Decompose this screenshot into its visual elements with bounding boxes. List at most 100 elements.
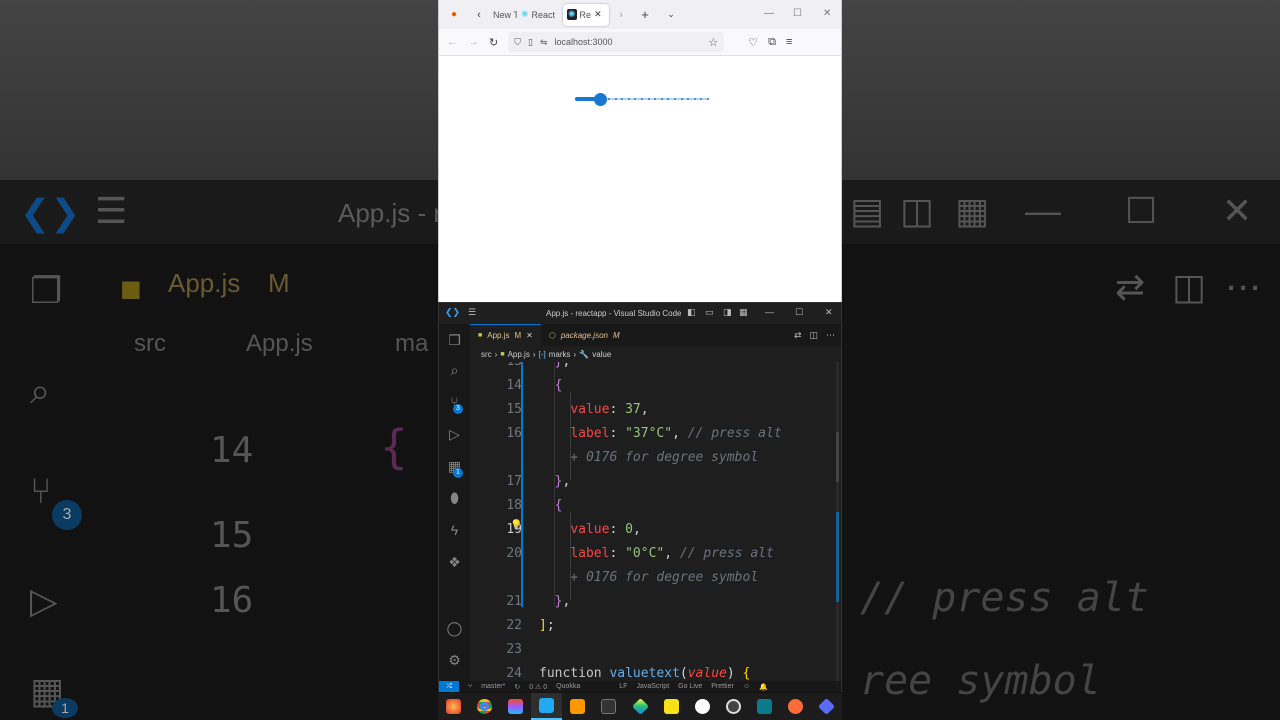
settings-gear-icon[interactable]: ⚙ (446, 652, 463, 669)
explorer-icon[interactable]: ❐ (446, 332, 463, 349)
prettier-status[interactable]: Prettier (711, 683, 734, 690)
maximize-icon[interactable]: ☐ (795, 307, 803, 318)
mongodb-icon[interactable]: ⬮ (446, 490, 463, 507)
taskbar-app[interactable] (624, 693, 655, 720)
account-icon[interactable]: ◯ (446, 620, 463, 637)
go-live-button[interactable]: Go Live (678, 683, 702, 690)
toggle-secondary-sidebar-icon[interactable]: ◨ (723, 307, 732, 318)
tab-package-json[interactable]: ⬡ package.json M (541, 324, 628, 346)
code-line[interactable]: label: "0°C", // press alt (539, 546, 774, 561)
code-line[interactable]: + 0176 for degree symbol (539, 450, 758, 465)
customize-layout-icon[interactable]: ▦ (739, 307, 748, 318)
close-icon[interactable]: ✕ (823, 8, 831, 19)
taskbar-sublime[interactable] (562, 693, 593, 720)
problems-count[interactable]: 0 ⚠ 0 (529, 683, 547, 691)
minimize-icon[interactable]: — (764, 8, 774, 19)
bookmark-star-icon[interactable]: ☆ (708, 36, 718, 49)
feedback-icon[interactable]: ☺ (743, 683, 750, 690)
permissions-icon[interactable]: ⇋ (540, 37, 548, 48)
code-line[interactable]: label: "37°C", // press alt (539, 426, 781, 441)
forward-icon[interactable]: → (468, 36, 479, 48)
toggle-panel-icon[interactable]: ▭ (705, 307, 714, 318)
code-line[interactable]: + 0176 for degree symbol (539, 570, 758, 585)
tab-close-icon[interactable]: ✕ (594, 9, 602, 20)
figma-icon[interactable]: ❖ (446, 554, 463, 571)
scrollbar-thumb[interactable] (836, 432, 839, 482)
browser-tab[interactable]: ✺ React (517, 4, 559, 26)
slider-mark (674, 98, 676, 100)
line-number: 23 (506, 642, 522, 657)
more-actions-icon[interactable]: ⋯ (826, 330, 835, 341)
code-line[interactable]: { (539, 498, 563, 513)
thunder-client-icon[interactable]: ϟ (446, 522, 463, 538)
language-mode[interactable]: JavaScript (636, 683, 669, 690)
code-line[interactable]: }, (539, 474, 571, 489)
scrollbar[interactable] (836, 362, 839, 681)
pocket-icon[interactable]: ♡ (748, 36, 758, 49)
background-title: App.js - r (338, 198, 443, 228)
code-line[interactable]: ]; (539, 618, 555, 633)
taskbar-terminal[interactable] (593, 693, 624, 720)
minimize-icon[interactable]: — (765, 307, 774, 317)
code-line[interactable]: value: 37, (539, 402, 648, 417)
tab-scroll-right-icon[interactable]: › (609, 9, 633, 21)
tab-label: Re (579, 9, 592, 20)
code-line[interactable]: function valuetext(value) { (539, 666, 750, 681)
url-text[interactable]: localhost:3000 (554, 37, 612, 47)
browser-tab[interactable]: New T (489, 4, 517, 26)
taskbar-obs[interactable] (718, 693, 749, 720)
taskbar-chrome[interactable] (469, 693, 500, 720)
code-line[interactable]: { (539, 378, 563, 393)
sync-icon[interactable]: ↻ (514, 683, 520, 691)
breadcrumb-item[interactable]: marks (549, 350, 571, 359)
menu-icon[interactable]: ☰ (468, 307, 476, 318)
taskbar-figma[interactable] (500, 693, 531, 720)
tab-close-icon[interactable]: ✕ (526, 331, 533, 340)
eol-status[interactable]: LF (619, 683, 627, 690)
branch-name[interactable]: master* (481, 683, 505, 690)
search-icon[interactable]: ⌕ (446, 362, 463, 379)
tab-scroll-left-icon[interactable]: ‹ (469, 9, 489, 21)
browser-tab-active[interactable]: ✺ Re ✕ (563, 3, 609, 26)
slider-thumb[interactable] (594, 93, 607, 106)
code-line[interactable]: }, (539, 594, 571, 609)
temperature-slider[interactable] (575, 92, 709, 106)
code-line[interactable]: value: 0, (539, 522, 640, 537)
code-editor[interactable]: 💡 13 },14 {15 value: 37,16 label: "37°C"… (470, 362, 841, 681)
branch-icon[interactable]: ⑂ (468, 683, 472, 690)
taskbar-app3[interactable] (749, 693, 780, 720)
remote-icon[interactable]: ⤮ (439, 681, 459, 692)
taskbar-vscode[interactable] (531, 693, 563, 720)
line-number: 16 (506, 426, 522, 441)
taskbar-notes[interactable] (656, 693, 687, 720)
quokka-status[interactable]: Quokka (556, 683, 580, 690)
compare-changes-icon[interactable]: ⇄ (794, 330, 802, 341)
sublime-icon (570, 699, 586, 714)
breadcrumb-item[interactable]: src (481, 350, 492, 359)
split-editor-icon[interactable]: ◫ (809, 330, 818, 341)
breadcrumb-item[interactable]: App.js (508, 350, 530, 359)
taskbar-firefox[interactable] (438, 693, 469, 720)
url-bar[interactable]: ⛉ ▯ ⇋ localhost:3000 ☆ (508, 32, 725, 52)
run-debug-icon[interactable]: ▷ (446, 426, 463, 443)
notifications-bell-icon[interactable]: 🔔 (759, 683, 768, 691)
reload-icon[interactable]: ↻ (489, 36, 498, 49)
shield-icon[interactable]: ⛉ (514, 37, 521, 48)
app-menu-icon[interactable]: ≡ (786, 36, 792, 48)
list-tabs-icon[interactable]: ⌄ (657, 9, 685, 20)
taskbar-app4[interactable] (811, 693, 842, 720)
notes-icon (663, 699, 679, 714)
close-icon[interactable]: ✕ (825, 307, 833, 318)
status-bar: ⤮ ⑂ master* ↻ 0 ⚠ 0 Quokka LF JavaScript… (439, 681, 841, 692)
new-tab-icon[interactable]: + (633, 7, 657, 22)
terminal-icon (601, 699, 617, 714)
tab-app-js[interactable]: ■ App.js M ✕ (470, 324, 541, 346)
breadcrumb-item[interactable]: value (592, 350, 611, 359)
extensions-icon[interactable]: ⧉ (768, 36, 776, 49)
maximize-icon[interactable]: ☐ (793, 8, 802, 19)
code-line[interactable]: }, (539, 362, 571, 369)
back-icon[interactable]: ← (447, 36, 458, 48)
taskbar-postman[interactable] (780, 693, 811, 720)
toggle-sidebar-icon[interactable]: ◧ (687, 307, 696, 318)
taskbar-app2[interactable] (687, 693, 718, 720)
